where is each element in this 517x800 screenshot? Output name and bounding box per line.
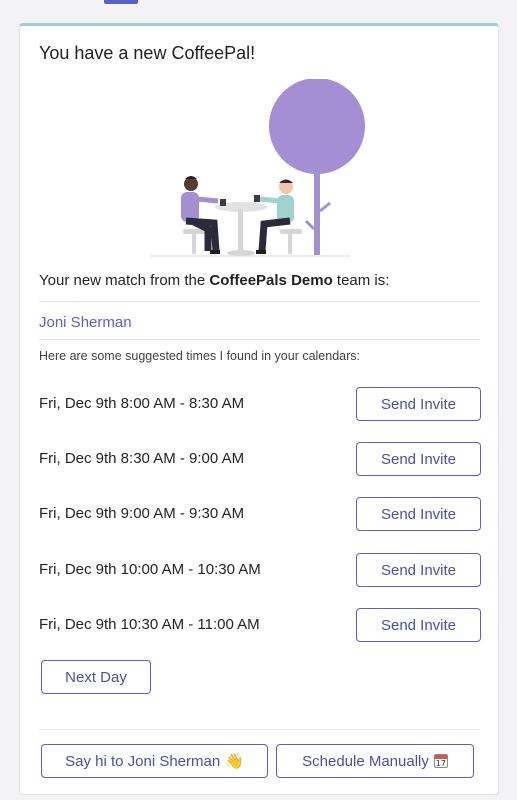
send-invite-button[interactable]: Send Invite bbox=[356, 553, 481, 587]
send-invite-button[interactable]: Send Invite bbox=[356, 497, 481, 531]
coffeepal-card: You have a new CoffeePal! Your new match… bbox=[19, 23, 499, 795]
say-hi-label: Say hi to Joni Sherman bbox=[65, 752, 221, 770]
team-name: CoffeePals Demo bbox=[209, 272, 333, 289]
send-invite-button[interactable]: Send Invite bbox=[356, 442, 481, 476]
active-tab-indicator bbox=[104, 0, 138, 4]
divider-middle bbox=[39, 339, 480, 340]
coffee-meeting-illustration bbox=[150, 79, 365, 257]
send-invite-button[interactable]: Send Invite bbox=[356, 608, 481, 642]
match-name-link[interactable]: Joni Sherman bbox=[39, 314, 132, 331]
time-slot-row: Fri, Dec 9th 8:30 AM - 9:00 AM Send Invi… bbox=[39, 442, 481, 476]
slot-time: Fri, Dec 9th 10:30 AM - 11:00 AM bbox=[39, 616, 260, 633]
match-intro-text: Your new match from the CoffeePals Demo … bbox=[39, 272, 389, 289]
say-hi-button[interactable]: Say hi to Joni Sherman 👋 bbox=[41, 744, 268, 778]
send-invite-button[interactable]: Send Invite bbox=[356, 387, 481, 421]
match-suffix: team is: bbox=[332, 272, 390, 289]
waving-hand-icon: 👋 bbox=[225, 753, 244, 770]
time-slot-row: Fri, Dec 9th 9:00 AM - 9:30 AM Send Invi… bbox=[39, 497, 481, 531]
schedule-manually-label: Schedule Manually bbox=[302, 752, 429, 770]
match-prefix: Your new match from the bbox=[39, 272, 210, 289]
time-slot-row: Fri, Dec 9th 10:30 AM - 11:00 AM Send In… bbox=[39, 608, 481, 642]
time-slot-row: Fri, Dec 9th 10:00 AM - 10:30 AM Send In… bbox=[39, 553, 481, 587]
divider-bottom bbox=[39, 729, 480, 730]
slot-time: Fri, Dec 9th 10:00 AM - 10:30 AM bbox=[39, 561, 261, 578]
top-tab-bar bbox=[0, 0, 517, 5]
calendar-icon: 17 bbox=[433, 754, 448, 768]
slot-time: Fri, Dec 9th 8:30 AM - 9:00 AM bbox=[39, 450, 245, 467]
next-day-button[interactable]: Next Day bbox=[41, 660, 151, 694]
suggested-times-text: Here are some suggested times I found in… bbox=[39, 349, 361, 363]
divider-top bbox=[39, 301, 480, 302]
time-slot-row: Fri, Dec 9th 8:00 AM - 8:30 AM Send Invi… bbox=[39, 387, 481, 421]
card-title: You have a new CoffeePal! bbox=[39, 43, 256, 63]
slot-time: Fri, Dec 9th 9:00 AM - 9:30 AM bbox=[39, 505, 245, 522]
schedule-manually-button[interactable]: Schedule Manually 17 bbox=[276, 744, 474, 778]
slot-time: Fri, Dec 9th 8:00 AM - 8:30 AM bbox=[39, 395, 245, 412]
